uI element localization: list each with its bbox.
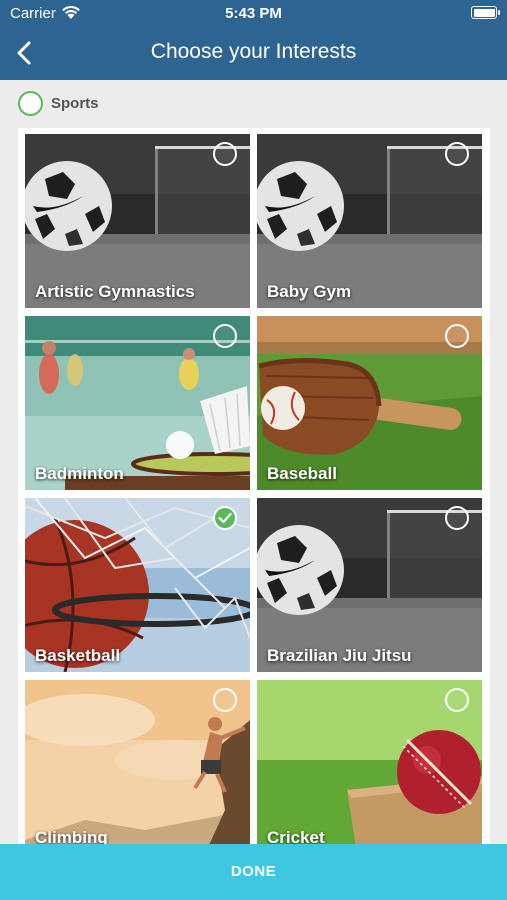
tile-checkbox[interactable] (213, 688, 237, 712)
section-checkbox[interactable] (18, 91, 43, 116)
tile-label: Basketball (35, 646, 121, 665)
tile-checkbox[interactable] (213, 324, 237, 348)
tile-label: Climbing (35, 828, 108, 844)
nav-bar: Choose your Interests (0, 28, 507, 80)
section-label: Sports (51, 95, 99, 112)
tile-checkbox[interactable] (213, 142, 237, 166)
tile-label: Artistic Gymnastics (35, 282, 195, 301)
interest-tile[interactable]: Climbing (25, 680, 250, 844)
tile-label: Baby Gym (267, 282, 352, 301)
interest-tile[interactable]: Badminton (25, 316, 250, 490)
checkmark-icon (218, 512, 232, 524)
tile-checkbox[interactable] (445, 688, 469, 712)
status-bar: Carrier 5:43 PM (0, 0, 507, 28)
clock: 5:43 PM (225, 5, 282, 22)
tile-label: Brazilian Jiu Jitsu (267, 646, 412, 665)
interest-tile[interactable]: Brazilian Jiu Jitsu (257, 498, 482, 672)
tile-label: Cricket (267, 828, 325, 844)
tile-label: Badminton (35, 464, 124, 483)
interests-grid: Artistic Gymnastics Baby Gym Badminton B… (18, 128, 490, 844)
done-button[interactable]: DONE (0, 844, 507, 900)
tile-checkbox[interactable] (213, 506, 237, 530)
battery-icon (471, 6, 500, 19)
interest-tile[interactable]: Cricket (257, 680, 482, 844)
tile-label: Baseball (267, 464, 337, 483)
tile-checkbox[interactable] (445, 506, 469, 530)
tile-checkbox[interactable] (445, 142, 469, 166)
page-title: Choose your Interests (150, 40, 357, 63)
section-toggle-sports[interactable]: Sports (18, 91, 318, 117)
interest-tile[interactable]: Artistic Gymnastics (25, 134, 250, 308)
interest-tile[interactable]: Basketball (25, 498, 250, 672)
interest-tile[interactable]: Baseball (257, 316, 482, 490)
tile-checkbox[interactable] (445, 324, 469, 348)
interest-tile[interactable]: Baby Gym (257, 134, 482, 308)
